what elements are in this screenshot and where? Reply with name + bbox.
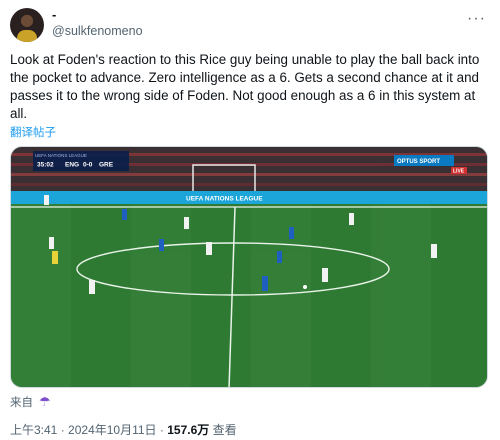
broadcaster-name: OPTUS SPORT	[397, 159, 440, 165]
tweet-text: Look at Foden's reaction to this Rice gu…	[10, 52, 480, 121]
scoreboard-league: UEFA NATIONS LEAGUE	[35, 153, 87, 158]
separator: ·	[159, 423, 164, 437]
post-meta: 上午3:41 · 2024年10月11日 · 157.6万 查看	[10, 421, 237, 438]
translate-post-link[interactable]: 翻译帖子	[10, 124, 56, 140]
umbrella-icon: ☂	[39, 394, 51, 409]
source-label: 来自	[10, 397, 33, 409]
scoreboard-home: ENG	[65, 162, 79, 169]
football-match-frame: UEFA NATIONS LEAGUE UEFA NATIONS LEAGUE …	[11, 147, 487, 387]
tweet-media-image[interactable]: UEFA NATIONS LEAGUE UEFA NATIONS LEAGUE …	[10, 146, 488, 388]
live-badge: LIVE	[453, 169, 465, 175]
post-date[interactable]: 2024年10月11日	[68, 423, 157, 437]
avatar[interactable]	[10, 8, 44, 42]
scoreboard-away: GRE	[99, 162, 114, 169]
post-source: 来自 ☂	[10, 394, 51, 410]
board-text: UEFA NATIONS LEAGUE	[186, 196, 263, 203]
views-count: 157.6万	[167, 423, 210, 437]
scoreboard-time: 35:02	[37, 162, 54, 169]
views-label: 查看	[212, 423, 237, 437]
more-horizontal-icon[interactable]: ···	[467, 10, 486, 28]
post-time[interactable]: 上午3:41	[10, 423, 57, 437]
scoreboard: UEFA NATIONS LEAGUE 35:02 ENG 0-0 GRE	[33, 151, 129, 171]
display-name[interactable]: -	[52, 7, 56, 22]
user-handle[interactable]: @sulkfenomeno	[52, 24, 143, 38]
scoreboard-score: 0-0	[83, 162, 93, 169]
separator: ·	[60, 423, 65, 437]
